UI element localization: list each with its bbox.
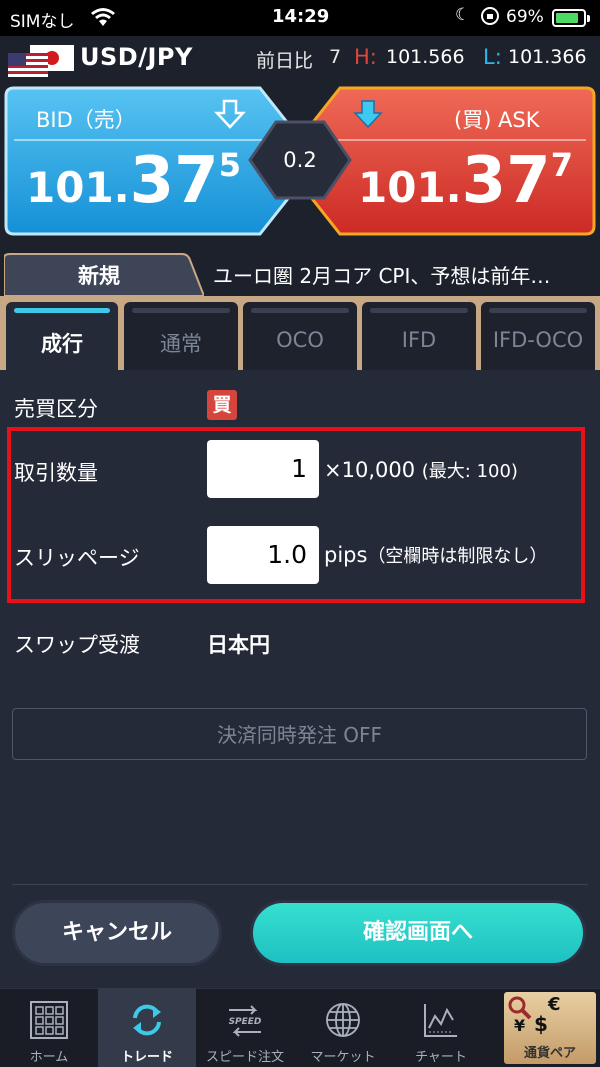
nav-speed-label: スピード注文 — [205, 1050, 284, 1065]
nav-market-label: マーケット — [310, 1050, 376, 1065]
cancel-button[interactable]: キャンセル — [12, 900, 222, 966]
low-label: L: — [483, 45, 502, 69]
ask-label: (買) ASK — [454, 108, 540, 132]
yen-icon: ¥ — [514, 1016, 526, 1035]
prev-day-value: 7 — [329, 46, 342, 68]
high-value: 101.566 — [386, 46, 465, 68]
nav-home-label: ホーム — [29, 1050, 69, 1065]
slippage-input[interactable]: 1.0 — [207, 526, 319, 584]
tab-ifd[interactable]: IFD — [362, 302, 476, 370]
quantity-input[interactable]: 1 — [207, 440, 319, 498]
confirm-button[interactable]: 確認画面へ — [250, 900, 586, 966]
side-label: 売買区分 — [14, 397, 98, 421]
slippage-unit: pips（空欄時は制限なし） — [324, 543, 548, 567]
bid-price: 101.375 — [26, 144, 241, 218]
tab-limit-order[interactable]: 通常 — [124, 302, 238, 370]
nav-speed-order[interactable]: SPEED スピード注文 — [196, 988, 294, 1067]
nav-trade[interactable]: トレード — [98, 988, 196, 1067]
tab-oco[interactable]: OCO — [243, 302, 357, 370]
carrier-label: SIMなし — [10, 12, 75, 32]
swap-label: スワップ受渡 — [14, 633, 140, 657]
settle-simultaneous-button[interactable]: 決済同時発注 OFF — [12, 708, 587, 760]
status-bar: SIMなし 14:29 ☾ 69% — [0, 0, 600, 36]
prev-day-label: 前日比 — [256, 50, 314, 72]
dollar-icon: $ — [534, 1012, 548, 1036]
nav-market[interactable]: マーケット — [294, 988, 392, 1067]
usd-jpy-flag-icon[interactable] — [8, 45, 74, 77]
chart-icon — [424, 1004, 457, 1037]
wifi-icon — [91, 8, 115, 26]
divider — [12, 884, 588, 885]
clock: 14:29 — [272, 6, 330, 27]
tab-new-label: 新規 — [78, 264, 120, 288]
tab-ifd-oco[interactable]: IFD-OCO — [481, 302, 595, 370]
quantity-unit: ×10,000 (最大: 100) — [324, 458, 518, 482]
spread-value: 0.2 — [283, 148, 317, 172]
moon-icon: ☾ — [455, 5, 471, 25]
nav-chart[interactable]: チャート — [392, 988, 490, 1067]
slippage-label: スリッページ — [14, 546, 140, 570]
nav-home[interactable]: ホーム — [0, 988, 98, 1067]
nav-trade-label: トレード — [120, 1050, 173, 1065]
ask-price: 101.377 — [358, 144, 573, 218]
news-ticker[interactable]: ユーロ圏 2月コア CPI、予想は前年… — [213, 260, 550, 289]
svg-text:SPEED: SPEED — [229, 1017, 262, 1027]
swap-value[interactable]: 日本円 — [207, 629, 270, 659]
battery-icon — [552, 9, 590, 27]
buy-badge: 買 — [207, 390, 237, 420]
refresh-arrows-icon — [133, 1004, 161, 1036]
grid-icon — [30, 1001, 68, 1039]
euro-icon: € — [548, 994, 561, 1015]
globe-icon — [326, 1003, 360, 1037]
bid-label: BID（売） — [36, 108, 136, 132]
tab-market-order[interactable]: 成行 — [6, 302, 118, 370]
pair-name[interactable]: USD/JPY — [80, 43, 193, 71]
down-arrow-icon — [214, 99, 246, 129]
low-value: 101.366 — [508, 46, 587, 68]
speed-arrows-icon: SPEED — [229, 1005, 262, 1037]
battery-percent: 69% — [506, 7, 544, 27]
nav-pairs-label: 通貨ペア — [523, 1046, 576, 1061]
rotation-lock-icon — [481, 7, 499, 25]
down-arrow-icon — [353, 100, 383, 129]
nav-chart-label: チャート — [415, 1050, 467, 1065]
nav-currency-pairs[interactable]: € ¥ $ 通貨ペア — [504, 992, 596, 1064]
high-label: H: — [354, 45, 377, 69]
quantity-label: 取引数量 — [14, 461, 98, 485]
